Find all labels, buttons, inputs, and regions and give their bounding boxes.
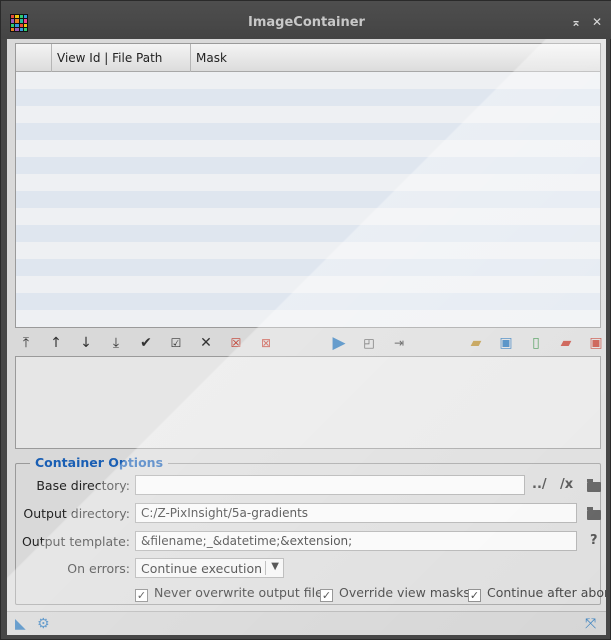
disable-icon[interactable]: ✕ [197,334,215,352]
never-overwrite-checkbox[interactable]: ✓ Never overwrite output files [135,585,330,602]
clear-icon[interactable]: ⊠ [257,334,275,352]
table-row[interactable] [16,140,600,157]
table-row[interactable] [16,276,600,293]
execute-icon[interactable]: ▶ [330,334,348,352]
continue-after-abort-label: Continue after abort [487,585,606,600]
table-row[interactable] [16,157,600,174]
continue-after-abort-checkbox[interactable]: ✓ Continue after abort [468,585,606,602]
table-row[interactable] [16,191,600,208]
checkbox-check-icon[interactable]: ✓ [135,589,148,602]
table-body[interactable] [16,72,600,327]
move-to-top-icon[interactable]: ⤒ [17,334,35,352]
table-row[interactable] [16,106,600,123]
override-view-masks-checkbox[interactable]: ✓ Override view masks [320,585,470,602]
table-row[interactable] [16,208,600,225]
parent-directory-button[interactable]: ../ [532,477,547,492]
output-directory-folder-icon[interactable] [587,507,601,520]
remove-folder-icon[interactable]: ▰ [557,334,575,352]
column-header-view-id[interactable]: View Id | File Path [52,44,191,72]
close-button[interactable]: ✕ [592,15,602,29]
table-row[interactable] [16,293,600,310]
on-errors-value: Continue execution [141,561,263,576]
select-view-icon[interactable]: ◰ [360,334,378,352]
chevron-down-icon: ▼ [271,561,279,572]
clear-base-directory-button[interactable]: /x [560,477,573,492]
new-instance-icon[interactable]: ◣ [15,616,26,632]
move-to-bottom-icon[interactable]: ⤓ [107,334,125,352]
column-header-mask[interactable]: Mask [191,44,600,72]
output-directory-input[interactable]: C:/Z-PixInsight/5a-gradients [135,503,577,523]
remove-icon[interactable]: ☒ [227,334,245,352]
window-title: ImageContainer [248,15,365,30]
status-bar: ◣ ⚙ ⤧ [7,611,606,635]
gear-icon[interactable]: ⚙ [37,616,50,632]
enable-icon[interactable]: ✔ [137,334,155,352]
table-row[interactable] [16,72,600,89]
checkbox-check-icon[interactable]: ✓ [320,589,333,602]
base-directory-folder-icon[interactable] [587,479,601,492]
add-folder-icon[interactable]: ▰ [467,334,485,352]
move-down-icon[interactable]: ↓ [77,334,95,352]
add-window-icon[interactable]: ▣ [497,334,515,352]
title-bar[interactable]: ImageContainer ⌅ ✕ [1,1,611,39]
table-row[interactable] [16,242,600,259]
add-view-icon[interactable]: ⇥ [390,334,408,352]
table-row[interactable] [16,123,600,140]
remove-window-icon[interactable]: ▣ [587,334,605,352]
container-options-legend: Container Options [30,455,169,470]
base-directory-label: Base directory: [36,478,130,493]
toolbar: ⤒ ↑ ↓ ⤓ ✔ ☑ ✕ ☒ ⊠ ▶ ◰ ⇥ ▰ ▣ ▯ ▰ ▣ [15,332,603,354]
table-row[interactable] [16,89,600,106]
output-template-input[interactable]: &filename;_&datetime;&extension; [135,531,577,551]
container-options-group: Container Options Base directory: ../ /x… [15,455,606,605]
on-errors-label: On errors: [67,561,130,576]
table-header: View Id | File Path Mask [16,44,600,72]
info-panel [15,356,601,449]
never-overwrite-label: Never overwrite output files [154,585,330,600]
image-container-window: ImageContainer ⌅ ✕ View Id | File Path M… [0,0,611,640]
output-directory-label: Output directory: [23,506,130,521]
checkbox-check-icon[interactable]: ✓ [468,589,481,602]
client-area: View Id | File Path Mask ⤒ ↑ ↓ ⤓ ✔ ☑ ✕ ☒… [7,39,606,635]
override-view-masks-label: Override view masks [339,585,470,600]
select-separator [265,561,266,575]
move-up-icon[interactable]: ↑ [47,334,65,352]
table-row[interactable] [16,225,600,242]
on-errors-select[interactable]: Continue execution ▼ [135,558,284,578]
table-row[interactable] [16,174,600,191]
shade-button[interactable]: ⌅ [571,15,581,29]
table-row[interactable] [16,310,600,327]
output-template-label: Output template: [21,534,130,549]
column-header-enabled[interactable] [16,44,52,72]
toggle-icon[interactable]: ☑ [167,334,185,352]
reset-icon[interactable]: ⤧ [585,616,596,632]
base-directory-input[interactable] [135,475,525,495]
image-table[interactable]: View Id | File Path Mask [15,43,601,328]
add-file-icon[interactable]: ▯ [527,334,545,352]
table-row[interactable] [16,259,600,276]
help-button[interactable]: ? [590,533,598,548]
